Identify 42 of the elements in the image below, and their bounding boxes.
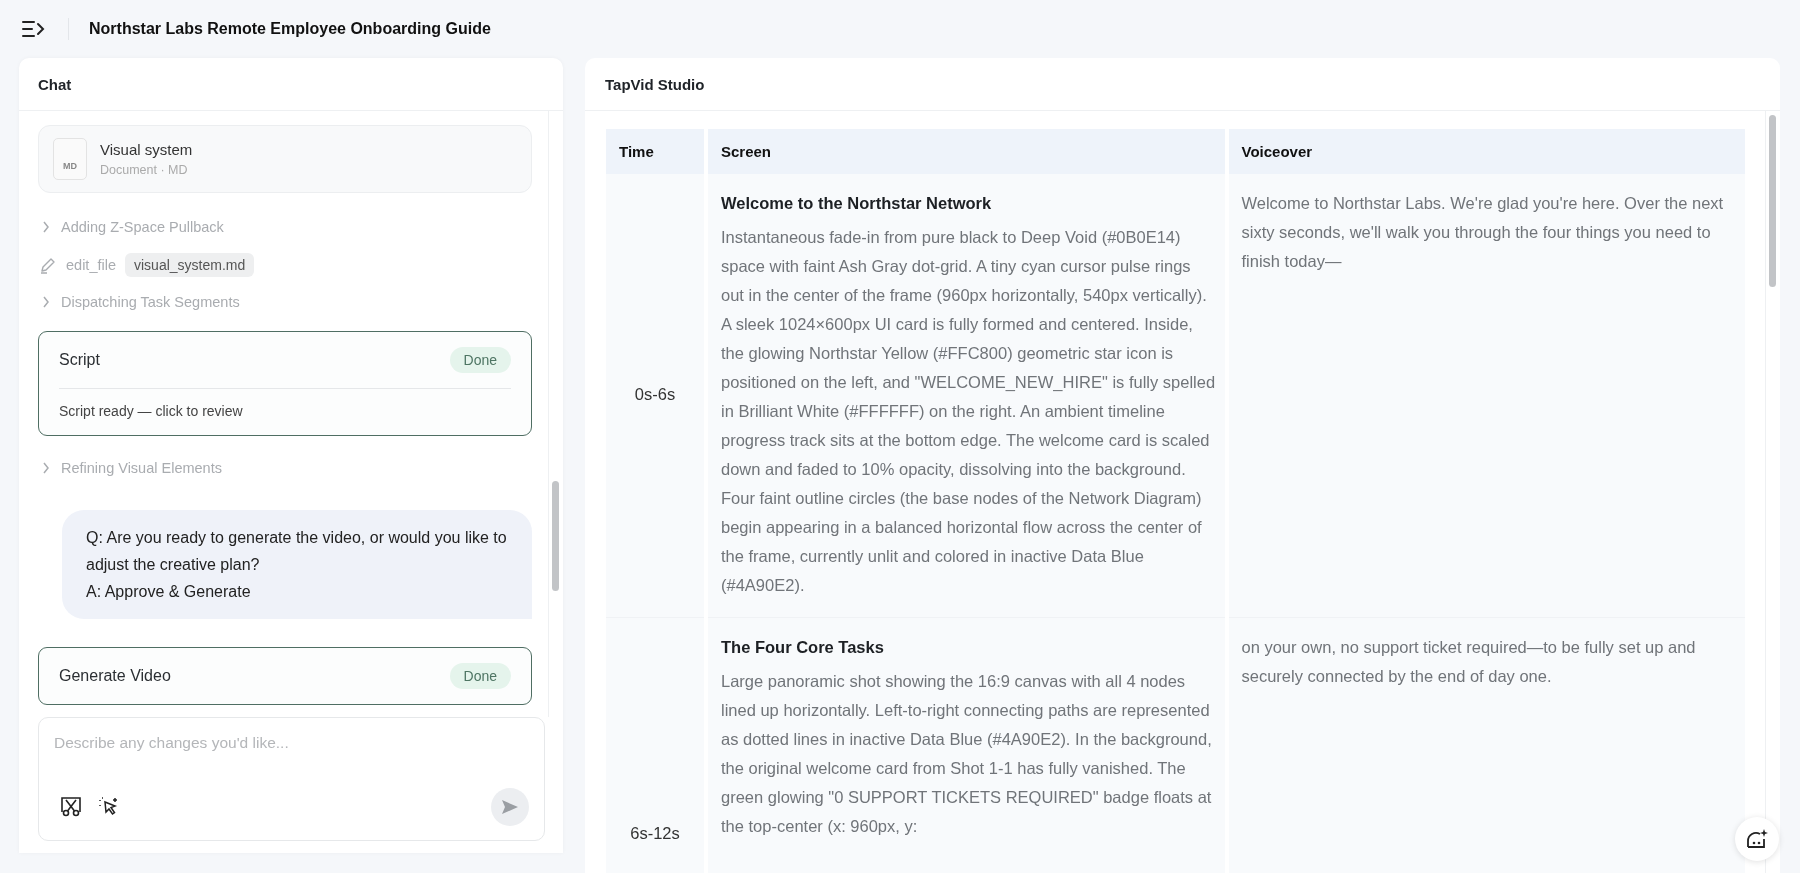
- status-badge: Done: [449, 663, 511, 689]
- assistant-button[interactable]: [1735, 817, 1779, 861]
- scissors-icon[interactable]: [60, 796, 82, 818]
- cursor-sparkle-icon[interactable]: [97, 796, 119, 818]
- file-chip: visual_system.md: [125, 252, 255, 277]
- tool-name: edit_file: [66, 256, 116, 273]
- document-icon: MD: [53, 138, 87, 180]
- chevron-icon: [41, 461, 51, 474]
- voiceover-text: on your own, no support ticket required—to be fully set up and securely connected by the end of day one.: [1241, 637, 1697, 687]
- voiceover-text: Welcome to Northstar Labs. We're glad you're here. Over the next sixty seconds, we'll walk you through the four things you need to finish today—: [1241, 193, 1725, 272]
- time-cell: 0s-6s: [606, 174, 704, 618]
- task-card[interactable]: Script Done Script ready — click to review: [38, 330, 532, 436]
- file-name: Visual system: [100, 141, 193, 158]
- scene-title: Welcome to the Northstar Network: [721, 193, 993, 214]
- message-input[interactable]: Describe any changes you'd like...: [54, 734, 529, 752]
- task-title: Generate Video: [59, 667, 171, 685]
- file-meta: Document · MD: [100, 163, 189, 177]
- chevron-icon: [41, 296, 51, 309]
- scrollbar-thumb[interactable]: [1769, 115, 1776, 287]
- column-header: Screen: [708, 129, 1225, 174]
- time-cell: 6s-12s: [606, 618, 704, 873]
- task-title: Script: [59, 350, 100, 369]
- panel-title: TapVid Studio: [605, 75, 705, 93]
- status-badge: Done: [449, 346, 511, 373]
- answer-text: A: Approve & Generate: [86, 582, 252, 602]
- chevron-icon: [41, 221, 51, 234]
- scrollbar-thumb[interactable]: [552, 481, 559, 591]
- column-header: Time: [606, 129, 704, 174]
- question-text: Q: Are you ready to generate the video, or would you like to adjust the creative plan?: [86, 528, 508, 575]
- scene-title: The Four Core Tasks: [721, 637, 885, 658]
- sidebar-toggle-icon[interactable]: [22, 20, 46, 38]
- task-note: Script ready — click to review: [59, 387, 511, 435]
- send-button[interactable]: [491, 788, 529, 826]
- send-icon: [501, 799, 519, 815]
- document-title: Northstar Labs Remote Employee Onboarding Guide: [89, 20, 491, 38]
- scene-description: Instantaneous fade-in from pure black to Deep Void (#0B0E14) space with faint Ash Gray dot-grid. A tiny cyan cursor pulse rings out in the center of the frame (960px horizontally, 540px vertically). A sleek 1024×600px UI card is fully formed and centered. Inside, the glowing Northstar Yellow (#FFC800) geometric star icon is positioned on the left, and "WELCOME_NEW_HIRE" is fully spelled in Brilliant White (#FFFFFF) on the right. An ambient timeline progress track sits at the bottom edge. The welcome card is scaled down and faded to 10% opacity, dissolving into the background. Four faint outline circles (the base nodes of the Network Diagram) begin appearing in a balanced horizontal flow across the center of the frame, currently unlit and colored in inactive Data Blue (#4A90E2).: [721, 227, 1217, 596]
- robot-sparkle-icon: [1745, 828, 1769, 850]
- panel-title: Chat: [38, 75, 72, 93]
- task-card[interactable]: Generate Video Done: [38, 647, 532, 705]
- column-header: Voiceover: [1228, 129, 1745, 174]
- scene-description: Large panoramic shot showing the 16:9 canvas with all 4 nodes lined up horizontally. Left-to-right connecting paths are represented as dotted lines in inactive Data Blue (#4A90E2). In the background, the original welcome card from Shot 1-1 has fully vanished. The green glowing "0 SUPPORT TICKETS REQUIRED" badge floats at the top-center (x: 960px, y:: [721, 671, 1213, 837]
- file-card[interactable]: MD Visual system Document · MD: [38, 125, 532, 193]
